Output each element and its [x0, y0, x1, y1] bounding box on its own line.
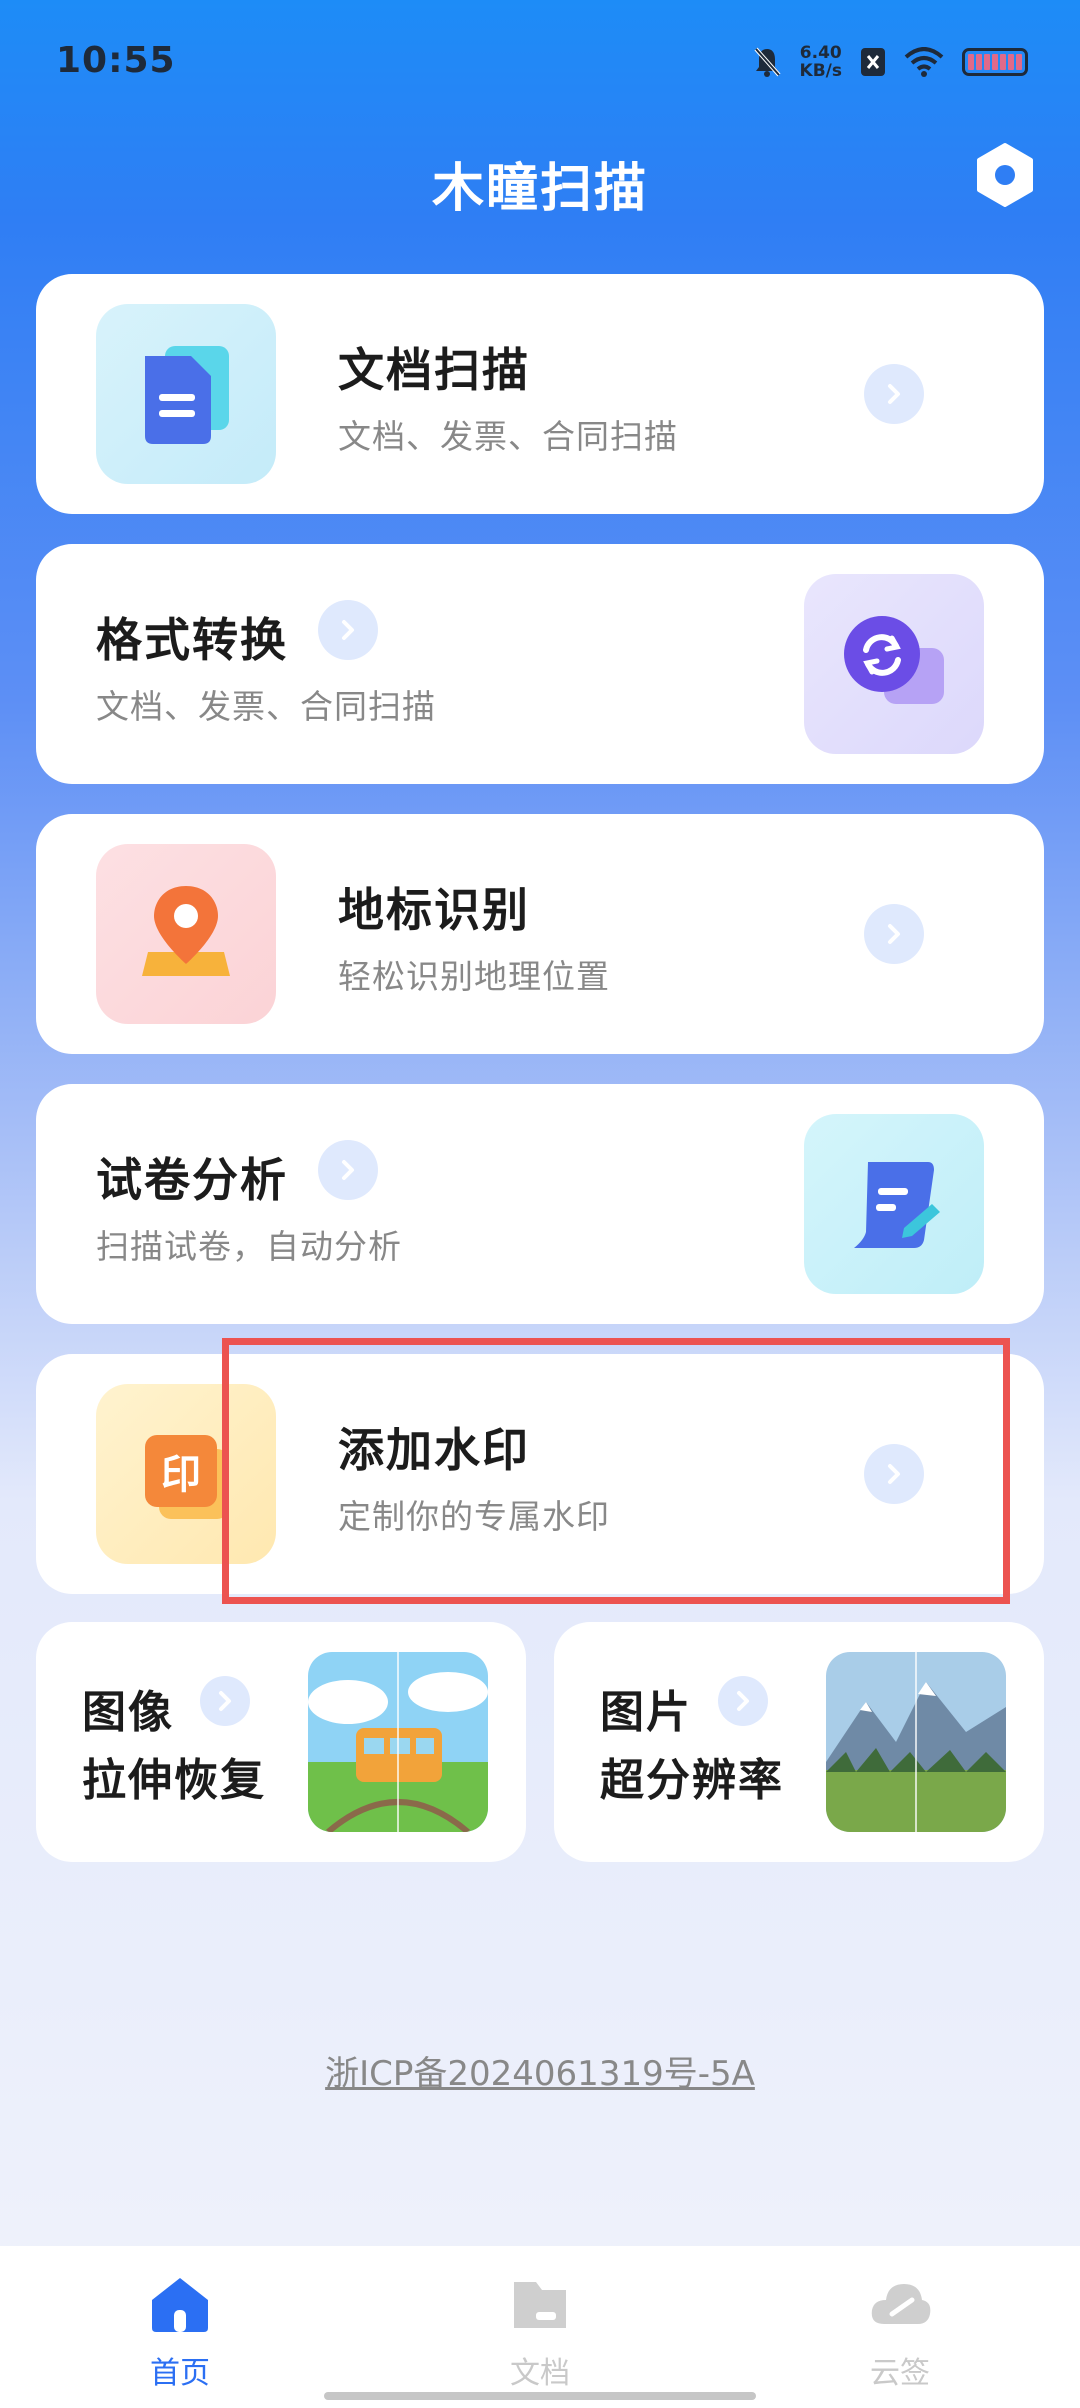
home-icon: [152, 2278, 208, 2332]
stretch-image: [308, 1652, 488, 1832]
tab-cloud-sign-label: 云签: [870, 2356, 930, 2391]
card-doc-scan[interactable]: 文档扫描 文档、发票、合同扫描: [36, 274, 1044, 514]
stamp-char: 印: [145, 1435, 217, 1507]
stretch-chevron: [200, 1676, 250, 1726]
location-pin-icon: [142, 886, 230, 976]
document-icon: [145, 346, 229, 444]
battery-icon: [962, 48, 1028, 76]
landmark-title: 地标识别: [338, 883, 530, 937]
status-bar: 10:55 6.40 KB/s: [0, 0, 1080, 120]
status-time: 10:55: [56, 40, 176, 81]
folder-icon: [514, 2282, 566, 2328]
superres-line2: 超分辨率: [600, 1755, 784, 1806]
format-convert-subtitle: 文档、发票、合同扫描: [96, 687, 436, 726]
superres-line1: 图片: [600, 1687, 692, 1738]
doc-scan-thumb: [96, 304, 276, 484]
chevron-right-icon: [342, 1160, 354, 1180]
status-icons: 6.40 KB/s: [752, 44, 1028, 80]
chevron-right-icon: [219, 1691, 231, 1711]
card-exam-analysis[interactable]: 试卷分析 扫描试卷，自动分析: [36, 1084, 1044, 1324]
chevron-right-icon: [888, 384, 900, 404]
cloud-sign-icon: [871, 2284, 931, 2324]
card-landmark[interactable]: 地标识别 轻松识别地理位置: [36, 814, 1044, 1054]
exam-thumb: [804, 1114, 984, 1294]
mute-bell-icon: [754, 47, 781, 77]
train-scene-image: [308, 1652, 488, 1832]
card-image-stretch[interactable]: 图像 拉伸恢复: [36, 1622, 526, 1862]
chevron-right-icon: [342, 620, 354, 640]
tab-cloud-sign[interactable]: 云签: [800, 2272, 1000, 2392]
card-super-resolution[interactable]: 图片 超分辨率: [554, 1622, 1044, 1862]
scroll-pen-icon: [854, 1162, 940, 1248]
tab-home-label: 首页: [150, 2356, 210, 2391]
sim-icon: [861, 48, 885, 76]
gesture-home-bar: [324, 2392, 756, 2400]
stretch-line2: 拉伸恢复: [82, 1755, 266, 1806]
card-format-convert[interactable]: 格式转换 文档、发票、合同扫描: [36, 544, 1044, 784]
highlight-box: [222, 1338, 1010, 1604]
superres-image: [826, 1652, 1006, 1832]
bottom-tab-bar: 首页 文档 云签: [0, 2246, 1080, 2408]
doc-scan-chevron: [864, 364, 924, 424]
format-convert-title: 格式转换: [96, 613, 288, 667]
landmark-chevron: [864, 904, 924, 964]
doc-scan-title: 文档扫描: [338, 343, 530, 397]
exam-chevron: [318, 1140, 378, 1200]
tab-documents-label: 文档: [510, 2356, 570, 2391]
doc-scan-subtitle: 文档、发票、合同扫描: [338, 417, 678, 456]
chevron-right-icon: [888, 924, 900, 944]
wifi-icon: [904, 47, 944, 77]
chevron-right-icon: [737, 1691, 749, 1711]
landmark-thumb: [96, 844, 276, 1024]
format-convert-chevron: [318, 600, 378, 660]
app-title: 木瞳扫描: [431, 159, 648, 219]
net-speed: 6.40 KB/s: [799, 43, 842, 81]
settings-button[interactable]: [972, 142, 1038, 208]
exam-title: 试卷分析: [96, 1153, 288, 1207]
stretch-line1: 图像: [82, 1687, 174, 1738]
icp-link[interactable]: 浙ICP备2024061319号-5A: [0, 2046, 1080, 2095]
superres-chevron: [718, 1676, 768, 1726]
tab-home[interactable]: 首页: [80, 2272, 280, 2392]
convert-icon: [844, 616, 944, 704]
landmark-subtitle: 轻松识别地理位置: [338, 957, 610, 996]
tab-documents[interactable]: 文档: [440, 2272, 640, 2392]
exam-subtitle: 扫描试卷，自动分析: [96, 1227, 402, 1266]
format-convert-thumb: [804, 574, 984, 754]
hexagon-settings-icon: [977, 143, 1033, 207]
mountain-scene-image: [826, 1652, 1006, 1832]
